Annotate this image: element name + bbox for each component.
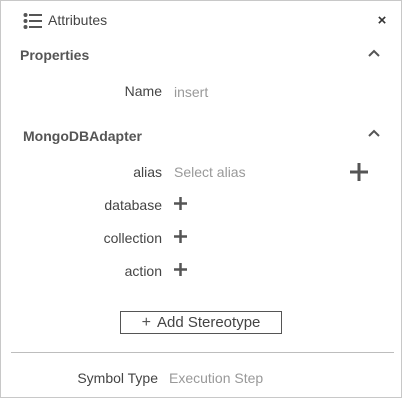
- divider: [11, 352, 394, 353]
- alias-label: alias: [133, 164, 162, 180]
- add-stereotype-label: Add Stereotype: [156, 314, 261, 331]
- panel-title: Attributes: [48, 12, 108, 28]
- add-collection-plus-icon[interactable]: [174, 230, 187, 243]
- alias-select[interactable]: Select alias: [174, 164, 246, 180]
- add-action-plus-icon[interactable]: [174, 263, 187, 276]
- attributes-panel: Attributes × Properties Name insert Mong…: [0, 0, 402, 398]
- adapter-section-title: MongoDBAdapter: [23, 128, 142, 144]
- database-label: database: [104, 197, 162, 213]
- action-label: action: [124, 263, 162, 279]
- name-label: Name: [124, 83, 162, 99]
- list-icon: [23, 13, 42, 29]
- symbol-type-label: Symbol Type: [77, 370, 158, 386]
- add-stereotype-button[interactable]: + Add Stereotype: [120, 311, 282, 334]
- plus-icon: +: [141, 313, 151, 331]
- close-icon[interactable]: ×: [375, 13, 389, 29]
- chevron-up-icon[interactable]: [367, 128, 381, 138]
- add-database-plus-icon[interactable]: [174, 197, 187, 210]
- name-value[interactable]: insert: [174, 84, 208, 100]
- collection-label: collection: [103, 230, 162, 246]
- properties-section-title: Properties: [20, 47, 90, 63]
- symbol-type-value: Execution Step: [169, 370, 264, 386]
- chevron-up-icon[interactable]: [367, 48, 381, 58]
- add-alias-plus-icon[interactable]: [350, 163, 368, 181]
